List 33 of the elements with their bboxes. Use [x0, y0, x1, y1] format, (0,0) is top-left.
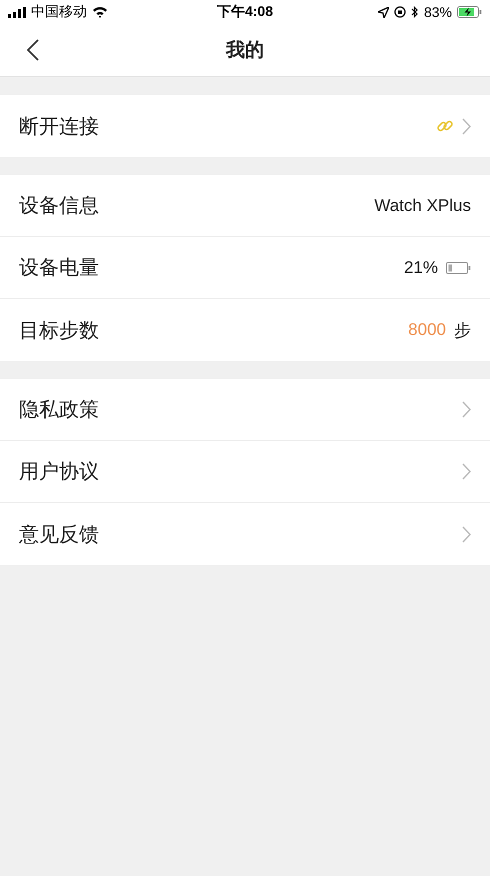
- row-label: 隐私政策: [19, 398, 99, 423]
- signal-icon: [8, 6, 26, 18]
- page-title: 我的: [226, 39, 264, 63]
- settings-row[interactable]: 断开连接: [0, 95, 490, 157]
- step-count: 8000: [408, 320, 446, 340]
- wifi-icon: [92, 6, 108, 18]
- rotation-lock-icon: [394, 6, 406, 18]
- settings-row[interactable]: 意见反馈: [0, 503, 490, 565]
- clock-time: 下午4:08: [216, 3, 274, 21]
- settings-row[interactable]: 用户协议: [0, 441, 490, 503]
- row-label: 设备电量: [19, 256, 99, 281]
- battery-percent: 83%: [424, 4, 452, 20]
- row-label: 意见反馈: [19, 522, 99, 548]
- settings-row[interactable]: 目标步数 8000 步: [0, 299, 490, 361]
- row-label: 目标步数: [19, 318, 99, 344]
- settings-row[interactable]: 隐私政策: [0, 379, 490, 441]
- battery-value: 21%: [404, 258, 438, 278]
- chevron-right-icon: [462, 118, 471, 134]
- settings-row[interactable]: 设备电量 21%: [0, 237, 490, 299]
- row-label: 断开连接: [19, 114, 99, 140]
- bluetooth-icon: [410, 6, 419, 18]
- step-unit: 步: [454, 320, 471, 342]
- settings-row[interactable]: 设备信息 Watch XPlus: [0, 175, 490, 237]
- row-value: Watch XPlus: [374, 196, 471, 216]
- location-arrow-icon: [378, 6, 389, 18]
- chevron-right-icon: [462, 463, 471, 480]
- chevron-right-icon: [462, 526, 471, 542]
- battery-icon: [446, 262, 471, 274]
- chevron-right-icon: [462, 401, 471, 418]
- back-icon[interactable]: [27, 39, 39, 61]
- row-label: 设备信息: [19, 194, 99, 219]
- row-label: 用户协议: [19, 460, 99, 485]
- carrier-name: 中国移动: [31, 3, 87, 21]
